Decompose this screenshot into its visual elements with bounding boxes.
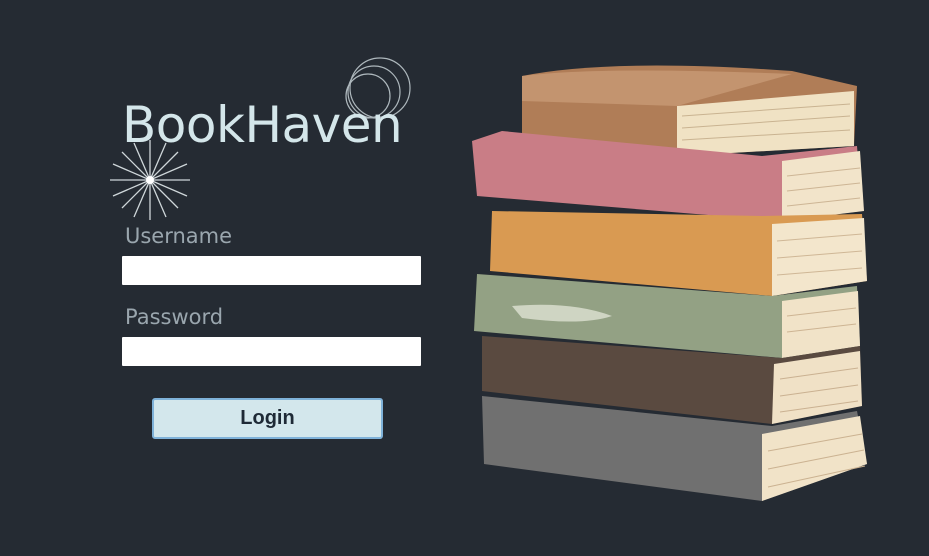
username-label: Username (125, 224, 233, 248)
password-label: Password (125, 305, 224, 329)
brand-logo-text: BookHaven (122, 96, 403, 154)
login-panel: BookHaven Username Password Login (0, 0, 460, 556)
username-input[interactable] (122, 256, 421, 285)
password-input[interactable] (122, 337, 421, 366)
login-button[interactable]: Login (152, 398, 383, 439)
book-stack-illustration (472, 65, 867, 501)
